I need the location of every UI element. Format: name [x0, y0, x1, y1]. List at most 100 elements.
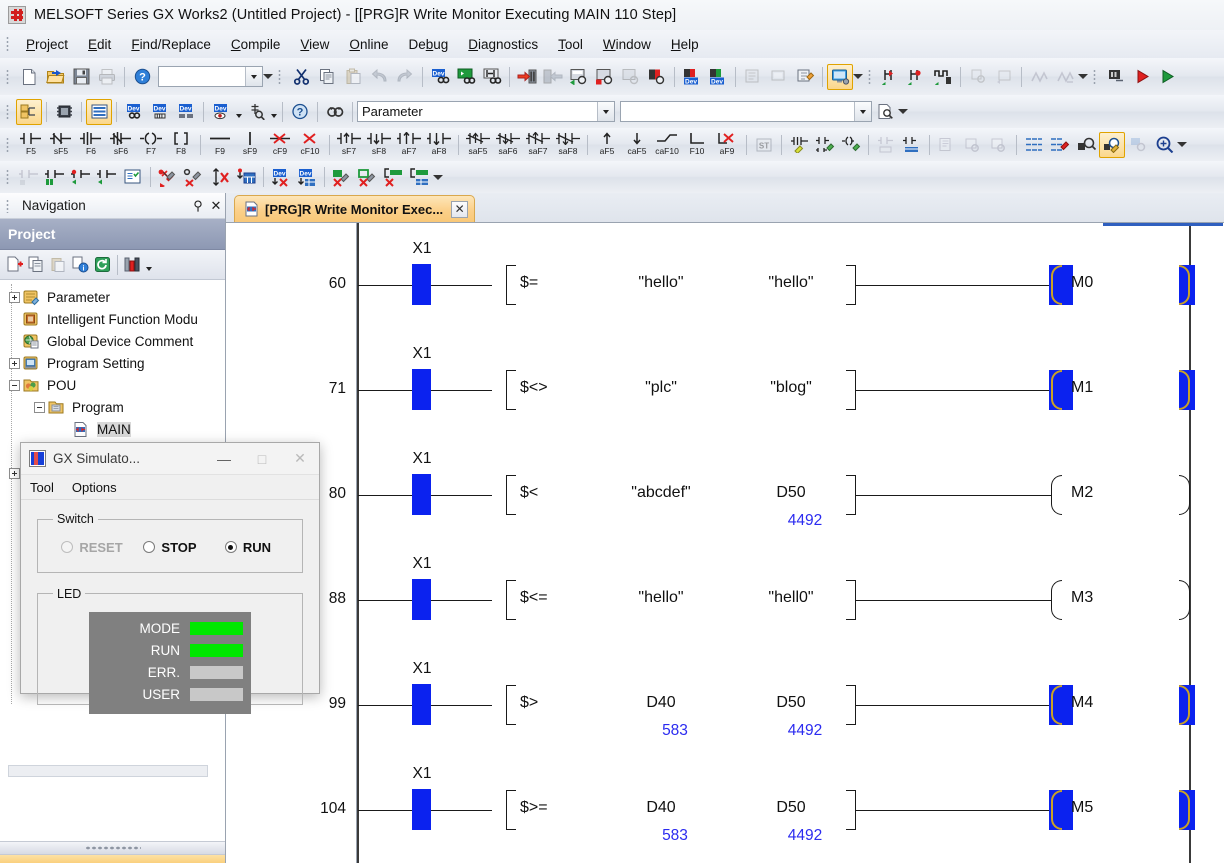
toolbar-overflow-1[interactable]	[263, 58, 272, 95]
coil-symbol[interactable]	[1049, 475, 1073, 515]
ladder-rung[interactable]: X1 104 $>= D40 583 D50 4492 M5	[226, 748, 1224, 853]
statement-display-icon[interactable]	[1125, 132, 1151, 158]
tree-item-program-setting[interactable]: Program Setting	[4, 352, 225, 374]
step-run-icon[interactable]	[878, 64, 904, 90]
toolbar-overflow-5[interactable]	[1177, 128, 1186, 161]
coil-symbol[interactable]	[1049, 370, 1073, 410]
menu-window[interactable]: Window	[593, 34, 661, 55]
register-device2-icon[interactable]	[355, 164, 381, 190]
find-icon[interactable]	[322, 99, 348, 125]
local-device-icon[interactable]	[740, 64, 766, 90]
parameter-combo[interactable]: Parameter	[357, 101, 615, 122]
tree-item-intelligent-function-module[interactable]: Intelligent Function Modu	[4, 308, 225, 330]
chevron-down-icon[interactable]	[597, 102, 614, 121]
tree-item-parameter[interactable]: Parameter	[4, 286, 225, 308]
view-options-icon[interactable]	[122, 252, 144, 278]
closed-contact-icon[interactable]: sF5	[46, 130, 76, 160]
chevron-down-icon[interactable]	[245, 67, 262, 86]
close-icon[interactable]: ✕	[451, 200, 469, 218]
device-replace2-icon[interactable]	[1047, 132, 1073, 158]
navigation-button-project[interactable]: Project	[0, 855, 225, 863]
toolbar-grip-2[interactable]	[276, 67, 285, 86]
expander-plus-icon[interactable]	[9, 467, 20, 479]
chevron-down-icon[interactable]	[269, 99, 278, 125]
delete-vertical-icon[interactable]: cF10	[295, 130, 325, 160]
device-batch-icon[interactable]: Dev	[705, 64, 731, 90]
device-compare-icon[interactable]: Dev	[173, 99, 199, 125]
delete-device2-icon[interactable]	[181, 164, 207, 190]
new-data-icon[interactable]	[3, 252, 25, 278]
monitor-condition-icon[interactable]	[644, 64, 670, 90]
comment-display-icon[interactable]	[1073, 132, 1099, 158]
monitor-start-icon[interactable]	[94, 164, 120, 190]
question-icon[interactable]: ?	[287, 99, 313, 125]
monitor-mode-icon[interactable]	[42, 164, 68, 190]
watch-icon[interactable]	[766, 64, 792, 90]
copy-ladder-icon[interactable]	[934, 132, 960, 158]
toolbar-overflow-2[interactable]	[853, 58, 862, 95]
toolbar-overflow-3[interactable]	[1078, 58, 1087, 95]
cut-icon[interactable]	[288, 64, 314, 90]
device-entry-icon[interactable]: Dev	[268, 164, 294, 190]
device-find-icon[interactable]: Dev	[121, 99, 147, 125]
menu-compile[interactable]: Compile	[221, 34, 291, 55]
docking-window-icon[interactable]	[86, 98, 112, 125]
break-point-icon[interactable]	[930, 64, 956, 90]
toolbar-grip-6[interactable]	[4, 135, 13, 154]
simulation-icon[interactable]	[827, 63, 853, 90]
line-input-icon[interactable]: F10	[682, 130, 712, 160]
document-preview-icon[interactable]	[872, 99, 898, 125]
device-replace-icon[interactable]	[1021, 132, 1047, 158]
monitor-start-icon[interactable]	[566, 64, 592, 90]
vertical-line-icon[interactable]: sF9	[235, 130, 265, 160]
monitor-write-icon[interactable]	[618, 64, 644, 90]
rising-pulse-icon[interactable]: sF7	[334, 130, 364, 160]
toolbar-overflow-4[interactable]	[898, 95, 907, 128]
invert-down-icon[interactable]: caF5	[622, 130, 652, 160]
coil-symbol[interactable]	[1049, 580, 1073, 620]
closed-contact-or-icon[interactable]: sF6	[106, 130, 136, 160]
copy-data-icon[interactable]	[25, 252, 47, 278]
falling-pulse-or-icon[interactable]: aF8	[424, 130, 454, 160]
refresh-icon[interactable]	[91, 252, 113, 278]
pulse-contact-1-icon[interactable]: saF5	[463, 130, 493, 160]
menu-grip[interactable]	[4, 35, 13, 53]
st-block-icon[interactable]: ST	[751, 132, 777, 158]
chevron-down-icon[interactable]	[144, 252, 153, 278]
open-project-icon[interactable]	[42, 64, 68, 90]
skip-exec-icon[interactable]	[991, 64, 1017, 90]
menu-help[interactable]: Help	[661, 34, 709, 55]
tree-item-program[interactable]: Program	[4, 396, 225, 418]
close-icon[interactable]: ✕	[207, 196, 225, 216]
intelligent-module-icon[interactable]	[51, 99, 77, 125]
new-project-icon[interactable]	[16, 64, 42, 90]
edit-contact-icon[interactable]	[812, 132, 838, 158]
contact-symbol[interactable]	[412, 579, 431, 620]
copy-icon[interactable]	[314, 64, 340, 90]
navigation-grip[interactable]	[4, 198, 13, 213]
watch-window-icon[interactable]	[120, 164, 146, 190]
rising-pulse-or-icon[interactable]: aF7	[394, 130, 424, 160]
minimize-button[interactable]: —	[205, 444, 243, 474]
cancel-register-icon[interactable]	[381, 164, 407, 190]
delete-device-icon[interactable]	[155, 164, 181, 190]
menu-view[interactable]: View	[290, 34, 339, 55]
tree-item-global-device-comment[interactable]: Global Device Comment	[4, 330, 225, 352]
radio-reset[interactable]: RESET	[53, 540, 131, 555]
step-over-icon[interactable]	[904, 64, 930, 90]
toolbar-overflow-6[interactable]	[433, 161, 442, 193]
ladder-rung[interactable]: X1 80 $< "abcdef" D50 4492 M2	[226, 433, 1224, 538]
contact-find-icon[interactable]	[479, 64, 505, 90]
line-delete-icon[interactable]: aF9	[712, 130, 742, 160]
help-icon[interactable]: ?	[129, 64, 155, 90]
register-device-icon[interactable]	[329, 164, 355, 190]
expander-plus-icon[interactable]	[9, 291, 20, 303]
toolbar-grip-7[interactable]	[4, 168, 13, 186]
tab-prg-r-write-monitor[interactable]: [PRG]R Write Monitor Exec... ✕	[234, 195, 476, 222]
redo-icon[interactable]	[392, 64, 418, 90]
trace-read-icon[interactable]	[1052, 64, 1078, 90]
simulator-menu-options[interactable]: Options	[63, 478, 126, 497]
coil-symbol[interactable]	[1049, 790, 1073, 830]
radio-stop[interactable]: STOP	[131, 540, 209, 555]
menu-edit[interactable]: Edit	[78, 34, 121, 55]
